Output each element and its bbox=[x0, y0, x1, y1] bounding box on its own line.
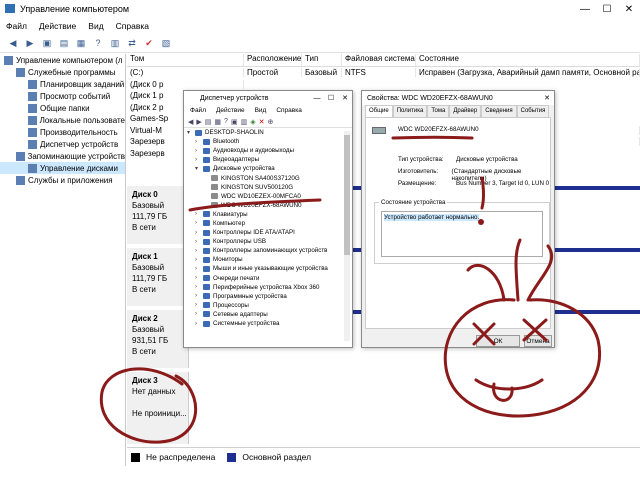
annotation-mouth bbox=[474, 378, 544, 391]
annotation-antenna-left bbox=[466, 263, 506, 302]
handdrawn-annotations bbox=[99, 135, 601, 444]
annotation-underline-device bbox=[188, 198, 322, 212]
annotation-underline-props bbox=[391, 135, 474, 140]
annotation-exclamation bbox=[480, 176, 485, 210]
annotation-eye-left bbox=[472, 322, 496, 346]
screen: Управление компьютером — ☐ ✕ Файл Действ… bbox=[0, 0, 640, 478]
annotation-exclamation-dot bbox=[478, 219, 484, 225]
annotation-circle-disk3 bbox=[99, 367, 198, 444]
annotation-antenna-right bbox=[526, 244, 554, 302]
annotation-face bbox=[443, 298, 601, 418]
annotation-eye-right bbox=[522, 318, 548, 342]
annotation-antenna-mid bbox=[514, 238, 522, 302]
